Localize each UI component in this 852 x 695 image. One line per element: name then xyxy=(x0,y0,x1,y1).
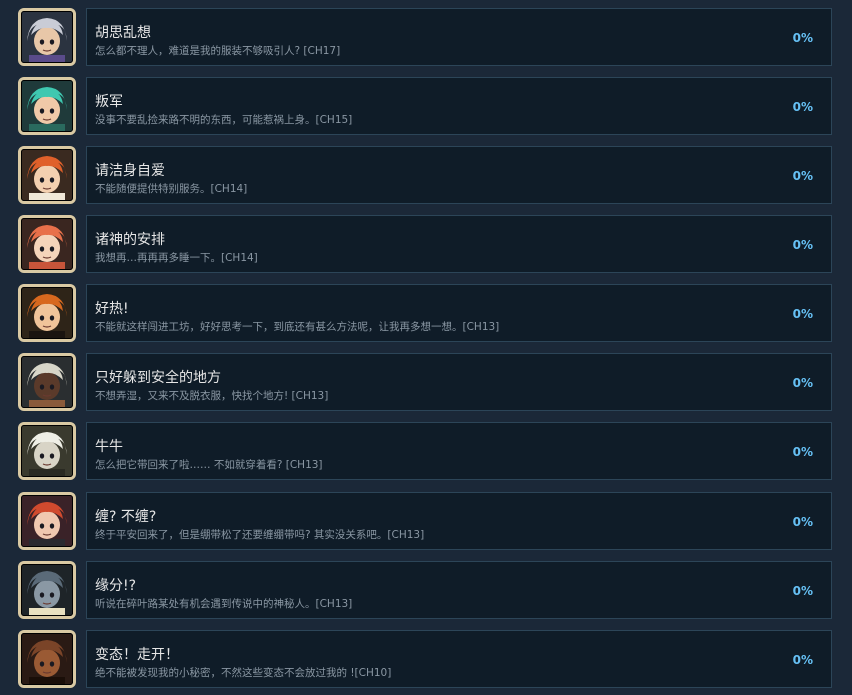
dark-owl-icon xyxy=(18,561,76,619)
achievement-row[interactable]: 只好躲到安全的地方不想弄湿，又来不及脱衣服，快找个地方! [CH13] 0% xyxy=(18,353,832,411)
achievement-title: 请洁身自爱 xyxy=(95,163,165,179)
achievement-progress: 0% xyxy=(792,376,813,390)
achievement-progress: 0% xyxy=(792,515,813,529)
achievement-card[interactable]: 诸神的安排我想再…再再再多睡一下。[CH14] 0% xyxy=(86,215,832,273)
achievement-title: 牛牛 xyxy=(95,439,123,455)
achievement-list: 胡思乱想 怎么都不理人，难道是我的服装不够吸引人? [CH17] 0% 叛军 没事不要乱… xyxy=(0,0,852,695)
achievement-card[interactable]: 变态！走开！ 绝不能被发现我的小秘密，不然这些变态不会放过我的 ![CH10] 0% xyxy=(86,630,832,688)
blushing-redhead-icon xyxy=(18,146,76,204)
redhead-collar-girl-icon xyxy=(18,492,76,550)
achievement-progress: 0% xyxy=(792,31,813,45)
achievement-title: 缘分!? xyxy=(95,578,137,594)
achievement-progress: 0% xyxy=(792,584,813,598)
goat-head-icon xyxy=(18,422,76,480)
silver-haired-boy-icon xyxy=(18,8,76,66)
achievement-description: 怎么都不理人，难道是我的服装不够吸引人? [CH17] xyxy=(95,45,341,57)
achievement-progress: 0% xyxy=(792,169,813,183)
achievement-description: 我想再…再再再多睡一下。[CH14] xyxy=(95,252,258,264)
achievement-title: 叛军 xyxy=(95,94,123,110)
achievement-row[interactable]: 诸神的安排我想再…再再再多睡一下。[CH14] 0% xyxy=(18,215,832,273)
fox-ears-girl-icon xyxy=(18,284,76,342)
achievement-progress: 0% xyxy=(792,445,813,459)
achievement-description: 终于平安回来了，但是绷带松了还要缠绷带吗? 其实没关系吧。[CH13] xyxy=(95,529,425,541)
achievement-card[interactable]: 胡思乱想怎么都不理人，难道是我的服装不够吸引人? [CH17] 0% xyxy=(86,8,832,66)
achievement-row[interactable]: 变态！走开！ 绝不能被发现我的小秘密，不然这些变态不会放过我的 ![CH10] 0% xyxy=(18,630,832,688)
achievement-card[interactable]: 缘分!? 听说在碎叶路某处有机会遇到传说中的神秘人。[CH13] 0% xyxy=(86,561,832,619)
achievement-title: 只好躲到安全的地方 xyxy=(95,370,221,386)
achievement-progress: 0% xyxy=(792,307,813,321)
achievement-description: 没事不要乱捡来路不明的东西，可能惹祸上身。[CH15] xyxy=(95,114,353,126)
moon-barrel-icon xyxy=(18,353,76,411)
achievement-card[interactable]: 叛军没事不要乱捡来路不明的东西，可能惹祸上身。[CH15] 0% xyxy=(86,77,832,135)
achievement-title: 变态！走开！ xyxy=(95,647,179,663)
achievement-row[interactable]: 缘分!? 听说在碎叶路某处有机会遇到传说中的神秘人。[CH13] 0% xyxy=(18,561,832,619)
achievement-card[interactable]: 请洁身自爱不能随便提供特别服务。[CH14] 0% xyxy=(86,146,832,204)
achievement-description: 听说在碎叶路某处有机会遇到传说中的神秘人。[CH13] xyxy=(95,598,353,610)
achievement-row[interactable]: 叛军没事不要乱捡来路不明的东西，可能惹祸上身。[CH15] 0% xyxy=(18,77,832,135)
achievement-description: 不能就这样闯进工坊，好好思考一下，到底还有甚么方法呢，让我再多想一想。[CH13… xyxy=(95,321,500,333)
achievement-description: 不想弄湿，又来不及脱衣服，快找个地方! [CH13] xyxy=(95,390,329,402)
achievement-row[interactable]: 好热! 不能就这样闯进工坊，好好思考一下，到底还有甚么方法呢，让我再多想一想。[C… xyxy=(18,284,832,342)
achievement-row[interactable]: 缠? 不缠? 终于平安回来了，但是绷带松了还要缠绷带吗? 其实没关系吧。[CH13… xyxy=(18,492,832,550)
achievement-description: 怎么把它带回来了啦…… 不如就穿着看? [CH13] xyxy=(95,459,323,471)
achievement-card[interactable]: 好热! 不能就这样闯进工坊，好好思考一下，到底还有甚么方法呢，让我再多想一想。[C… xyxy=(86,284,832,342)
achievement-title: 好热! xyxy=(95,301,129,317)
achievement-card[interactable]: 只好躲到安全的地方不想弄湿，又来不及脱衣服，快找个地方! [CH13] 0% xyxy=(86,353,832,411)
teal-haired-girl-icon xyxy=(18,77,76,135)
achievement-row[interactable]: 胡思乱想怎么都不理人，难道是我的服装不够吸引人? [CH17] 0% xyxy=(18,8,832,66)
achievement-title: 诸神的安排 xyxy=(95,232,165,248)
brown-beast-icon xyxy=(18,630,76,688)
achievement-progress: 0% xyxy=(792,100,813,114)
sleepy-catgirl-icon xyxy=(18,215,76,273)
achievement-description: 不能随便提供特别服务。[CH14] xyxy=(95,183,248,195)
achievement-description: 绝不能被发现我的小秘密，不然这些变态不会放过我的 ![CH10] xyxy=(95,667,392,679)
achievement-card[interactable]: 牛牛怎么把它带回来了啦…… 不如就穿着看? [CH13] 0% xyxy=(86,422,832,480)
achievement-progress: 0% xyxy=(792,238,813,252)
achievement-card[interactable]: 缠? 不缠? 终于平安回来了，但是绷带松了还要缠绷带吗? 其实没关系吧。[CH13… xyxy=(86,492,832,550)
achievement-row[interactable]: 请洁身自爱不能随便提供特别服务。[CH14] 0% xyxy=(18,146,832,204)
achievement-progress: 0% xyxy=(792,653,813,667)
achievement-title: 缠? 不缠? xyxy=(95,509,157,525)
achievement-title: 胡思乱想 xyxy=(95,25,151,41)
achievement-row[interactable]: 牛牛怎么把它带回来了啦…… 不如就穿着看? [CH13] 0% xyxy=(18,422,832,480)
